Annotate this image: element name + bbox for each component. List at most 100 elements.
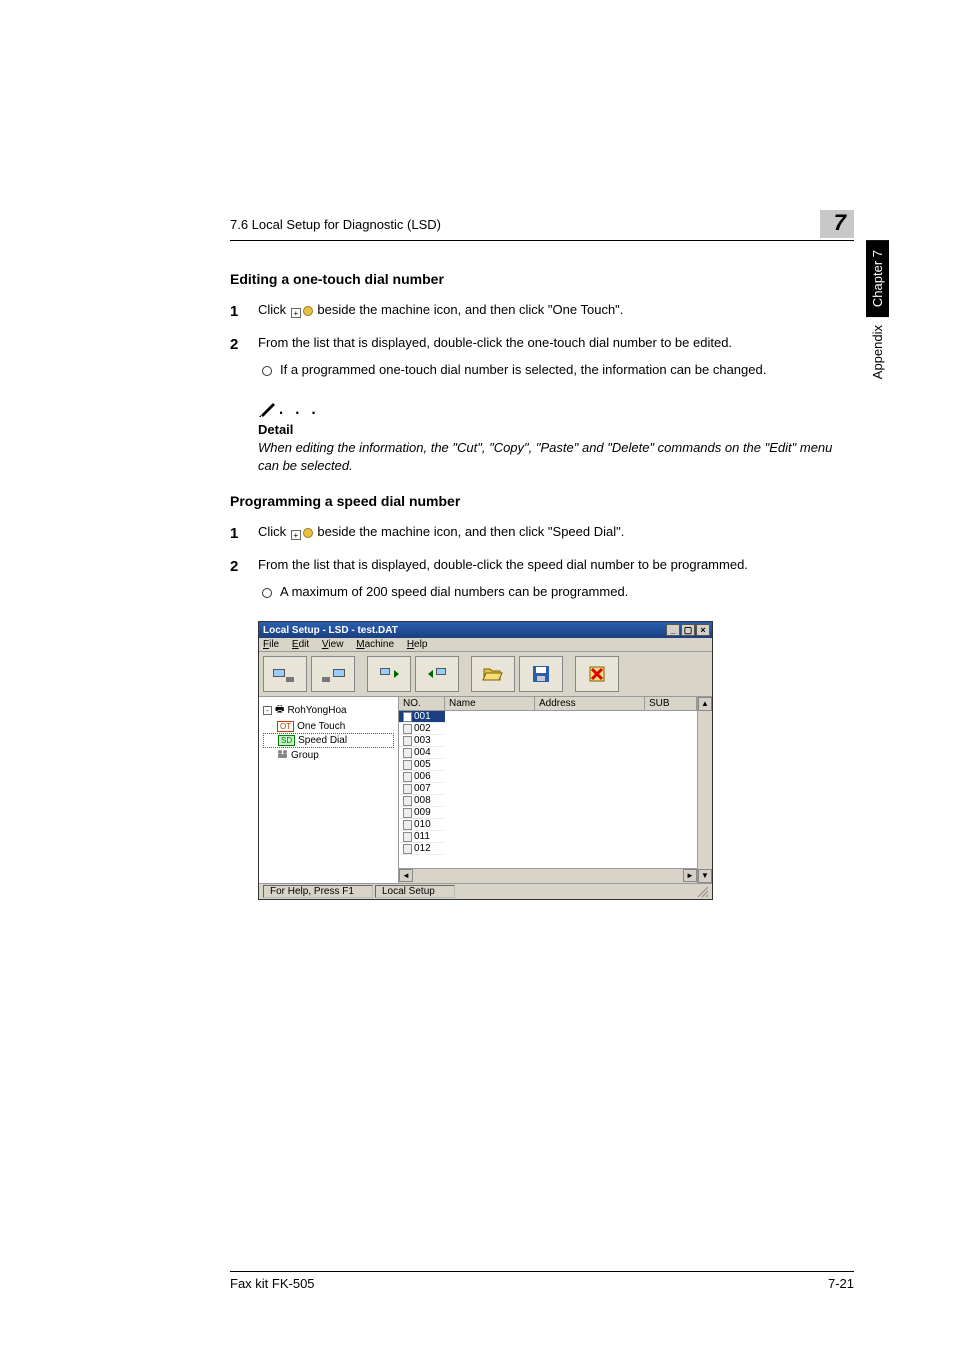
list-row[interactable]: 003 <box>399 735 697 747</box>
column-no[interactable]: NO. <box>399 697 445 710</box>
list-row[interactable]: 006 <box>399 771 697 783</box>
column-address[interactable]: Address <box>535 697 645 710</box>
status-mode: Local Setup <box>375 885 455 898</box>
row-number: 008 <box>414 795 431 806</box>
tree-panel: - 🖶 RohYongHoa OT One Touch SD Speed Dia… <box>259 697 399 883</box>
menu-file[interactable]: File <box>263 639 279 650</box>
step-2-bullet: If a programmed one-touch dial number is… <box>258 361 854 380</box>
file-icon <box>403 820 412 830</box>
file-icon <box>403 712 412 722</box>
file-icon <box>403 772 412 782</box>
list-row[interactable]: 002 <box>399 723 697 735</box>
section-ref: 7.6 Local Setup for Diagnostic (LSD) <box>230 217 441 232</box>
window-title: Local Setup - LSD - test.DAT <box>263 625 398 636</box>
scroll-down-icon[interactable]: ▼ <box>698 869 712 883</box>
column-name[interactable]: Name <box>445 697 535 710</box>
collapse-minus-icon[interactable]: - <box>263 706 272 715</box>
vertical-scrollbar[interactable]: ▲ ▼ <box>697 697 712 883</box>
scroll-up-icon[interactable]: ▲ <box>698 697 712 711</box>
horizontal-scrollbar[interactable]: ◄ ► <box>399 868 697 883</box>
delete-icon[interactable] <box>575 656 619 692</box>
file-icon <box>403 748 412 758</box>
step-2: From the list that is displayed, double-… <box>230 334 854 380</box>
file-icon <box>403 736 412 746</box>
list-row[interactable]: 001 <box>399 711 697 723</box>
statusbar: For Help, Press F1 Local Setup <box>259 883 712 899</box>
row-number: 004 <box>414 747 431 758</box>
toolbar-divider <box>463 656 467 692</box>
list-row[interactable]: 007 <box>399 783 697 795</box>
note-icon: . . . <box>258 394 854 420</box>
list-row[interactable]: 010 <box>399 819 697 831</box>
row-number: 005 <box>414 759 431 770</box>
app-window: Local Setup - LSD - test.DAT _ ▢ × File … <box>258 621 713 900</box>
side-appendix-label: Appendix <box>866 317 889 387</box>
toolbar <box>259 652 712 697</box>
download-icon[interactable] <box>415 656 459 692</box>
row-number: 011 <box>414 831 430 842</box>
menu-help[interactable]: Help <box>407 639 428 650</box>
list-row[interactable]: 008 <box>399 795 697 807</box>
open-icon[interactable] <box>471 656 515 692</box>
tree-root[interactable]: - 🖶 RohYongHoa <box>263 701 394 720</box>
menubar: File Edit View Machine Help <box>259 638 712 652</box>
printer-icon: 🖶 <box>275 702 284 719</box>
onetouch-badge-icon: OT <box>277 721 294 732</box>
detail-body: When editing the information, the "Cut",… <box>258 439 854 475</box>
tree-item-group[interactable]: Group <box>263 748 394 763</box>
connect-from-icon[interactable] <box>263 656 307 692</box>
tree-item-onetouch[interactable]: OT One Touch <box>263 720 394 733</box>
connect-to-icon[interactable] <box>311 656 355 692</box>
minimize-button[interactable]: _ <box>666 624 680 636</box>
list-row[interactable]: 005 <box>399 759 697 771</box>
toolbar-divider <box>567 656 571 692</box>
footer-left: Fax kit FK-505 <box>230 1276 315 1291</box>
save-icon[interactable] <box>519 656 563 692</box>
menu-edit[interactable]: Edit <box>292 639 309 650</box>
scroll-left-icon[interactable]: ◄ <box>399 869 413 882</box>
row-number: 002 <box>414 723 431 734</box>
page-footer: Fax kit FK-505 7-21 <box>230 1271 854 1291</box>
row-number: 006 <box>414 771 431 782</box>
status-help: For Help, Press F1 <box>263 885 373 898</box>
list-row[interactable]: 011 <box>399 831 697 843</box>
titlebar: Local Setup - LSD - test.DAT _ ▢ × <box>259 622 712 638</box>
column-sub[interactable]: SUB <box>645 697 697 710</box>
file-icon <box>403 832 412 842</box>
list-row[interactable]: 009 <box>399 807 697 819</box>
list-row[interactable]: 012 <box>399 843 697 855</box>
scroll-right-icon[interactable]: ► <box>683 869 697 882</box>
row-number: 012 <box>414 843 431 854</box>
row-number: 001 <box>414 711 431 722</box>
upload-icon[interactable] <box>367 656 411 692</box>
list-panel: NO. Name Address SUB 0010020030040050060… <box>399 697 697 883</box>
gear-icon <box>303 306 313 316</box>
close-button[interactable]: × <box>696 624 710 636</box>
expand-plus-icon: + <box>291 308 301 318</box>
gear-icon <box>303 528 313 538</box>
step-2-bullet: A maximum of 200 speed dial numbers can … <box>258 583 854 602</box>
row-number: 003 <box>414 735 431 746</box>
heading-edit-onetouch: Editing a one-touch dial number <box>230 271 854 287</box>
side-tab: Chapter 7 Appendix <box>866 240 894 387</box>
list-header: NO. Name Address SUB <box>399 697 697 711</box>
resize-grip-icon[interactable] <box>678 885 708 898</box>
footer-right: 7-21 <box>828 1276 854 1291</box>
step-2: From the list that is displayed, double-… <box>230 556 854 602</box>
side-chapter-label: Chapter 7 <box>866 240 889 317</box>
heading-program-speeddial: Programming a speed dial number <box>230 493 854 509</box>
tree-item-speeddial[interactable]: SD Speed Dial <box>263 733 394 748</box>
list-row[interactable]: 004 <box>399 747 697 759</box>
file-icon <box>403 844 412 854</box>
chapter-badge: 7 <box>820 210 854 238</box>
file-icon <box>403 796 412 806</box>
expand-plus-icon: + <box>291 530 301 540</box>
file-icon <box>403 784 412 794</box>
file-icon <box>403 760 412 770</box>
step-1: Click + beside the machine icon, and the… <box>230 523 854 542</box>
toolbar-divider <box>359 656 363 692</box>
file-icon <box>403 808 412 818</box>
menu-machine[interactable]: Machine <box>356 639 394 650</box>
maximize-button[interactable]: ▢ <box>681 624 695 636</box>
menu-view[interactable]: View <box>322 639 344 650</box>
